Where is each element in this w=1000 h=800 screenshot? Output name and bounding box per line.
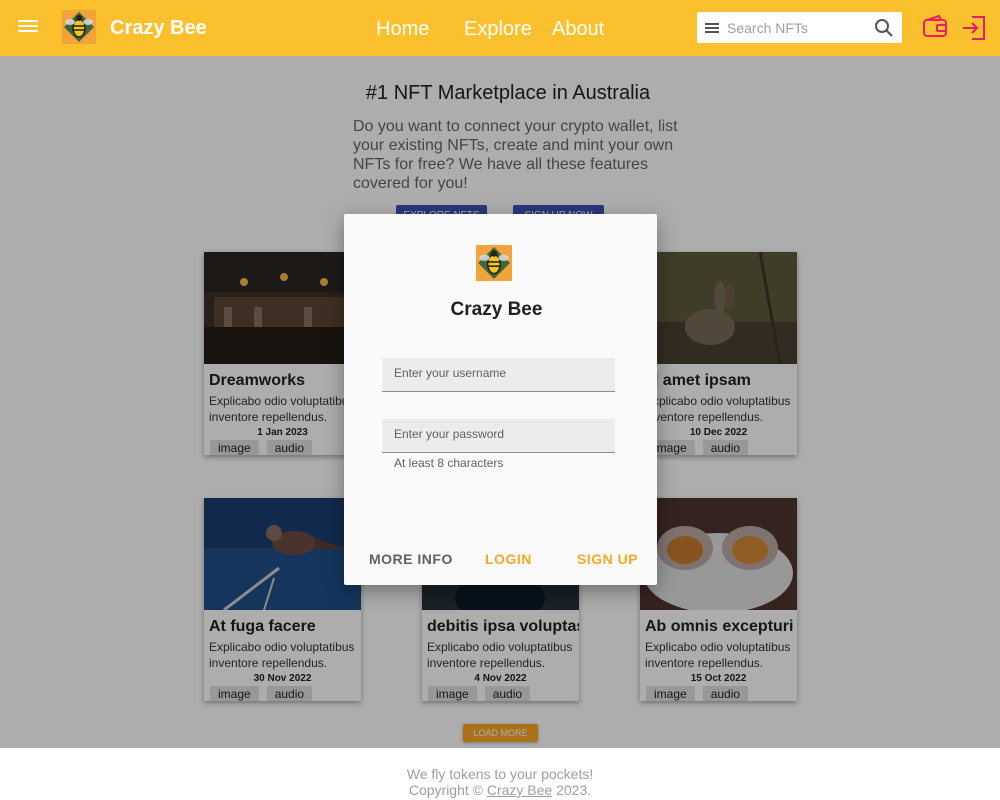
menu-icon[interactable] (18, 17, 38, 39)
wallet-icon[interactable] (922, 14, 948, 40)
top-app-bar: Crazy Bee Home Explore About (0, 0, 1000, 56)
password-input[interactable] (382, 419, 615, 452)
bee-logo (476, 245, 512, 281)
sign-up-button[interactable]: SIGN UP (577, 551, 638, 567)
copyright-prefix: Copyright © (408, 782, 483, 798)
password-field (382, 419, 615, 453)
username-field (382, 358, 615, 392)
footer-copyright: Copyright © Crazy Bee 2023. (0, 782, 1000, 798)
footer-brand-link[interactable]: Crazy Bee (487, 782, 552, 798)
footer: We fly tokens to your pockets! Copyright… (0, 748, 1000, 800)
password-hint: At least 8 characters (394, 456, 504, 470)
nav-home[interactable]: Home (376, 18, 429, 41)
footer-tagline: We fly tokens to your pockets! (406, 766, 594, 782)
dialog-title: Crazy Bee (450, 299, 543, 320)
nav-about[interactable]: About (552, 18, 604, 41)
login-button[interactable]: LOGIN (485, 551, 532, 567)
search-box (697, 12, 902, 43)
copyright-year: 2023. (556, 782, 592, 798)
bee-logo[interactable] (62, 10, 96, 44)
username-input[interactable] (382, 358, 615, 391)
lines-icon (705, 21, 719, 35)
login-icon[interactable] (960, 14, 988, 42)
search-input[interactable] (727, 19, 867, 36)
search-icon[interactable] (874, 18, 894, 38)
nav-explore[interactable]: Explore (464, 18, 532, 41)
login-dialog: Crazy Bee At least 8 characters MORE INF… (344, 214, 657, 585)
brand-name[interactable]: Crazy Bee (110, 17, 207, 40)
more-info-button[interactable]: MORE INFO (369, 551, 453, 567)
